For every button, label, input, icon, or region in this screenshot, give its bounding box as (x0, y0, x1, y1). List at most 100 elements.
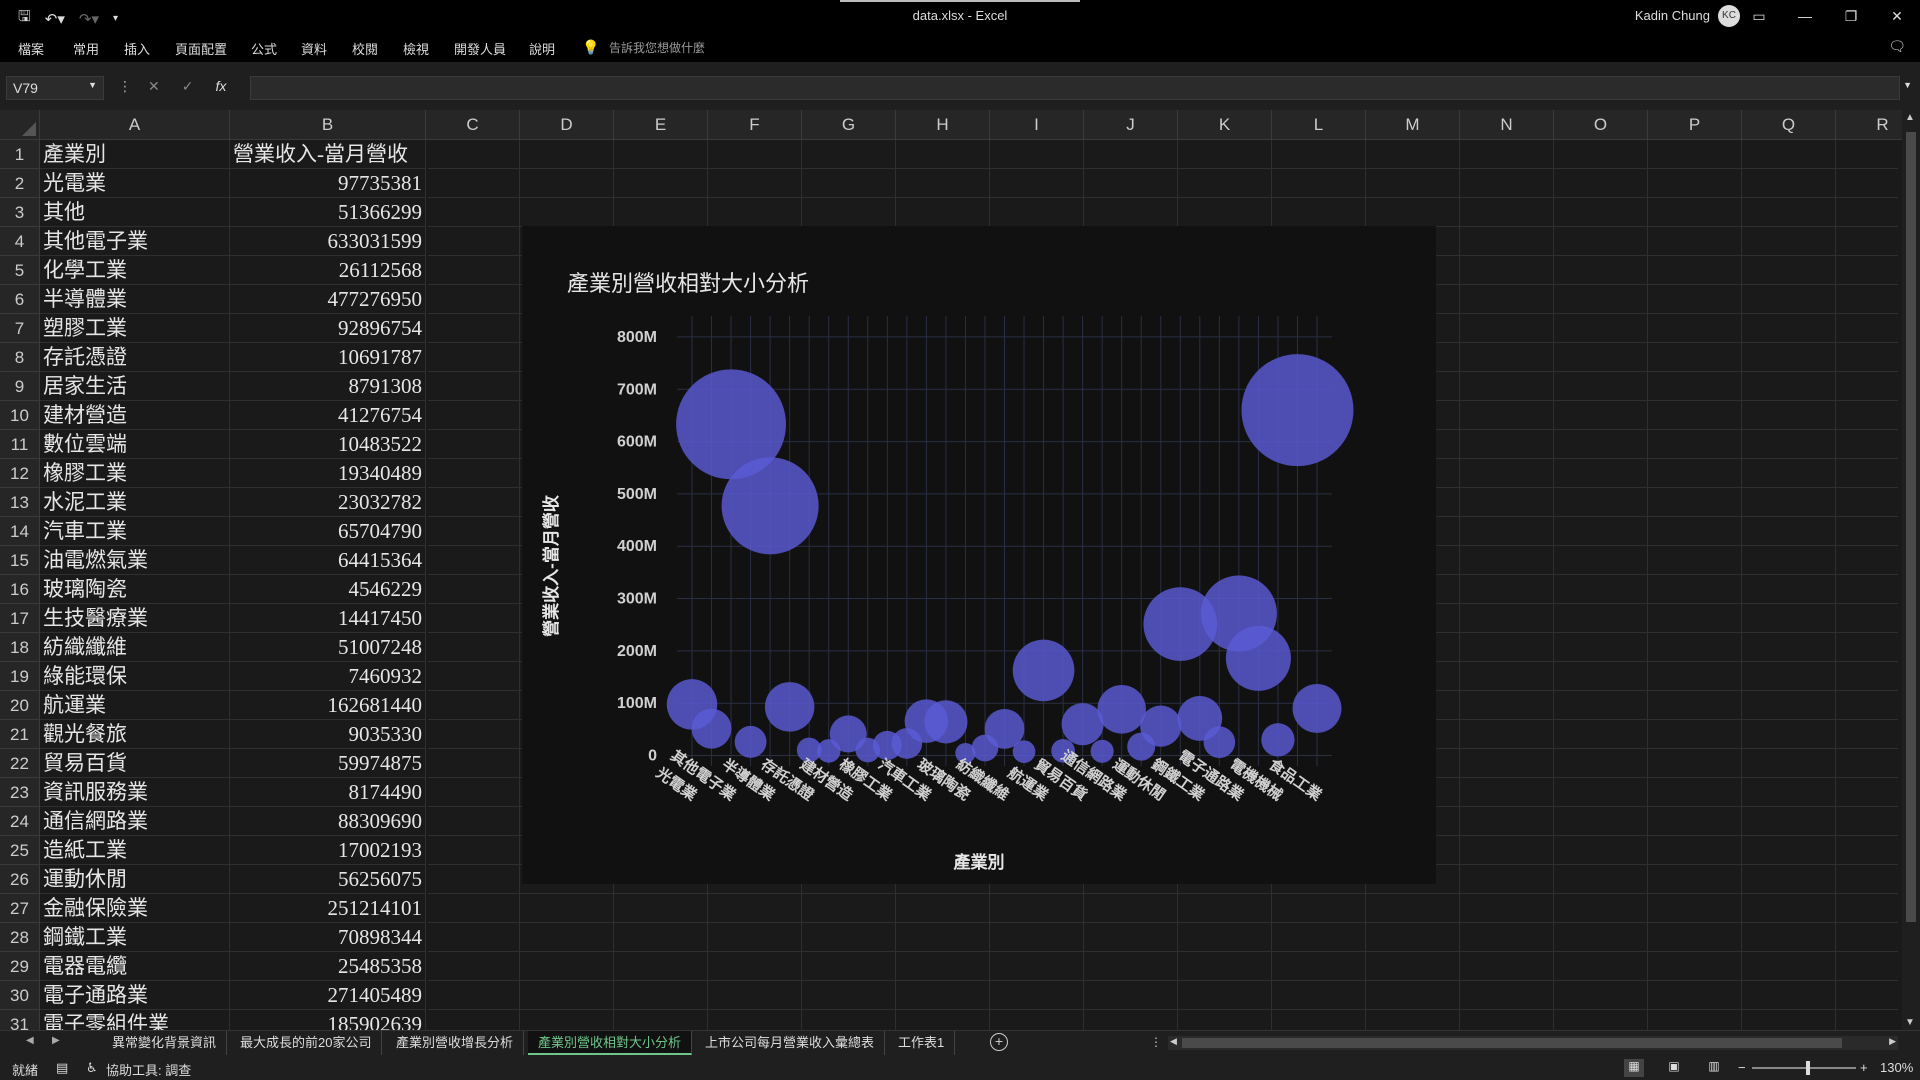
column-header-n[interactable]: N (1460, 110, 1554, 140)
row-header[interactable]: 1 (0, 140, 40, 169)
row-header[interactable]: 28 (0, 923, 40, 952)
cell-industry[interactable]: 綠能環保 (40, 662, 230, 691)
scroll-down-icon[interactable]: ▼ (1905, 1017, 1915, 1028)
cell-industry[interactable]: 建材營造 (40, 401, 230, 430)
cell-revenue[interactable]: 185902639 (230, 1010, 426, 1030)
cell-revenue[interactable]: 41276754 (230, 401, 426, 430)
cell-revenue[interactable]: 271405489 (230, 981, 426, 1010)
row-header[interactable]: 27 (0, 894, 40, 923)
row-header[interactable]: 6 (0, 285, 40, 314)
row-header[interactable]: 8 (0, 343, 40, 372)
row-header[interactable]: 16 (0, 575, 40, 604)
tab-review[interactable]: 校閱 (352, 39, 378, 58)
sheet-tab-6[interactable]: 工作表1 (888, 1031, 956, 1055)
cell-industry[interactable]: 鋼鐵工業 (40, 923, 230, 952)
column-header-l[interactable]: L (1272, 110, 1366, 140)
cell-industry[interactable]: 數位雲端 (40, 430, 230, 459)
cell-revenue[interactable]: 65704790 (230, 517, 426, 546)
cell-revenue[interactable]: 92896754 (230, 314, 426, 343)
horizontal-scrollbar[interactable]: ◀ ▶ (1168, 1036, 1898, 1050)
cell-industry[interactable]: 化學工業 (40, 256, 230, 285)
row-header[interactable]: 18 (0, 633, 40, 662)
sheet-tab-1[interactable]: 異常變化背景資訊 (102, 1031, 228, 1055)
column-header-i[interactable]: I (990, 110, 1084, 140)
next-sheet-icon[interactable]: ▶ (52, 1035, 60, 1046)
cell-industry[interactable]: 玻璃陶瓷 (40, 575, 230, 604)
cell-industry[interactable]: 橡膠工業 (40, 459, 230, 488)
more-icon[interactable]: ⋮ (1150, 1035, 1162, 1049)
cell-industry[interactable]: 存託憑證 (40, 343, 230, 372)
cell-revenue[interactable]: 633031599 (230, 227, 426, 256)
cell-revenue[interactable]: 477276950 (230, 285, 426, 314)
column-header-o[interactable]: O (1554, 110, 1648, 140)
cell-industry[interactable]: 電器電纜 (40, 952, 230, 981)
cell-revenue[interactable]: 70898344 (230, 923, 426, 952)
tab-insert[interactable]: 插入 (124, 39, 150, 58)
row-header[interactable]: 21 (0, 720, 40, 749)
tab-page-layout[interactable]: 頁面配置 (175, 39, 227, 58)
cell-industry[interactable]: 其他 (40, 198, 230, 227)
add-sheet-icon[interactable]: + (990, 1033, 1008, 1051)
row-header[interactable]: 31 (0, 1010, 40, 1030)
cell-industry[interactable]: 運動休閒 (40, 865, 230, 894)
tab-file[interactable]: 檔案 (18, 39, 44, 58)
cell-industry[interactable]: 產業別 (40, 140, 230, 169)
column-header-m[interactable]: M (1366, 110, 1460, 140)
cell-revenue[interactable]: 56256075 (230, 865, 426, 894)
cell-revenue[interactable]: 97735381 (230, 169, 426, 198)
cell-revenue[interactable]: 64415364 (230, 546, 426, 575)
ribbon-display-icon[interactable]: ▭ (1736, 0, 1782, 32)
cell-revenue[interactable]: 10483522 (230, 430, 426, 459)
row-header[interactable]: 9 (0, 372, 40, 401)
tab-home[interactable]: 常用 (73, 39, 99, 58)
column-header-k[interactable]: K (1178, 110, 1272, 140)
cell-revenue[interactable]: 9035330 (230, 720, 426, 749)
normal-view-icon[interactable]: ▦ (1624, 1059, 1644, 1077)
tell-me-box[interactable]: 告訴我您想做什麼 (609, 39, 705, 56)
cell-industry[interactable]: 通信網路業 (40, 807, 230, 836)
column-header-g[interactable]: G (802, 110, 896, 140)
cell-revenue[interactable]: 26112568 (230, 256, 426, 285)
zoom-slider-knob[interactable] (1806, 1061, 1810, 1075)
cell-industry[interactable]: 半導體業 (40, 285, 230, 314)
page-break-view-icon[interactable]: ▥ (1704, 1059, 1724, 1077)
cell-industry[interactable]: 塑膠工業 (40, 314, 230, 343)
column-header-d[interactable]: D (520, 110, 614, 140)
scroll-up-icon[interactable]: ▲ (1905, 112, 1915, 123)
row-header[interactable]: 12 (0, 459, 40, 488)
cell-revenue[interactable]: 25485358 (230, 952, 426, 981)
cell-revenue[interactable]: 162681440 (230, 691, 426, 720)
sheet-tab-4[interactable]: 產業別營收相對大小分析 (528, 1031, 693, 1055)
enter-icon[interactable]: ✓ (182, 78, 194, 95)
prev-sheet-icon[interactable]: ◀ (26, 1035, 34, 1046)
minimize-icon[interactable]: — (1782, 0, 1828, 32)
name-box[interactable]: V79 ▼ (6, 76, 104, 100)
bubble-chart[interactable]: 0 100M 200M 300M 400M 500M 600M 700M 800M 光電業 其他電子… (522, 226, 1436, 884)
cell-industry[interactable]: 生技醫療業 (40, 604, 230, 633)
row-header[interactable]: 10 (0, 401, 40, 430)
select-all-corner[interactable] (0, 110, 40, 140)
cell-revenue[interactable]: 51007248 (230, 633, 426, 662)
cell-revenue[interactable]: 59974875 (230, 749, 426, 778)
cell-revenue[interactable]: 17002193 (230, 836, 426, 865)
row-header[interactable]: 19 (0, 662, 40, 691)
cell-revenue[interactable]: 營業收入-當月營收 (230, 140, 426, 169)
sheet-tab-2[interactable]: 最大成長的前20家公司 (230, 1031, 383, 1055)
cell-industry[interactable]: 紡織纖維 (40, 633, 230, 662)
insert-function-icon[interactable]: fx (215, 78, 226, 95)
cell-industry[interactable]: 水泥工業 (40, 488, 230, 517)
accessibility-status[interactable]: 協助工具: 調查 (106, 1060, 191, 1079)
cell-revenue[interactable]: 8174490 (230, 778, 426, 807)
vertical-scrollbar[interactable]: ▲ ▼ (1902, 110, 1920, 1030)
row-header[interactable]: 26 (0, 865, 40, 894)
cell-industry[interactable]: 金融保險業 (40, 894, 230, 923)
more-icon[interactable]: ⋮ (118, 78, 132, 95)
cell-industry[interactable]: 觀光餐旅 (40, 720, 230, 749)
column-header-j[interactable]: J (1084, 110, 1178, 140)
horizontal-scroll-thumb[interactable] (1182, 1038, 1842, 1048)
row-header[interactable]: 5 (0, 256, 40, 285)
cancel-icon[interactable]: ✕ (148, 78, 160, 95)
row-header[interactable]: 20 (0, 691, 40, 720)
cell-industry[interactable]: 造紙工業 (40, 836, 230, 865)
page-layout-view-icon[interactable]: ▣ (1664, 1059, 1684, 1077)
